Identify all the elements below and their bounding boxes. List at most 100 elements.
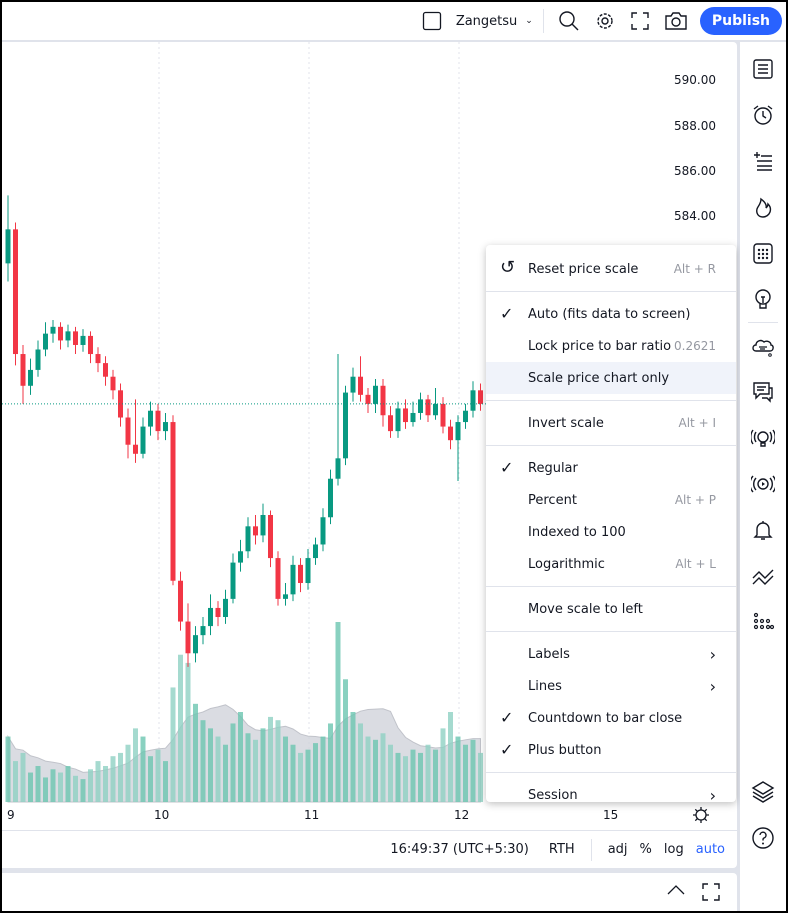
layout-name: Zangetsu	[455, 13, 518, 29]
candle-body	[95, 354, 101, 364]
candle-body	[43, 333, 48, 350]
volume-bar	[170, 687, 176, 802]
volume-bar	[395, 752, 401, 802]
menu-item[interactable]: Session ›	[486, 779, 736, 811]
dot-grid-icon[interactable]	[740, 599, 786, 645]
time-label: 9	[7, 808, 15, 822]
session-button[interactable]: RTH	[549, 842, 575, 857]
adj-toggle[interactable]: adj	[608, 842, 628, 857]
menu-item-label: Lines	[528, 678, 562, 694]
volume-bar	[328, 723, 333, 802]
price-scale-context-menu: ↺ Reset price scale Alt + R ✓ Auto (fits dat…	[486, 245, 736, 805]
menu-item[interactable]: Logarithmic Alt + L	[486, 548, 736, 580]
price-label: 590.00	[674, 73, 716, 87]
volume-bar	[238, 712, 243, 802]
auto-toggle[interactable]: auto	[696, 842, 725, 857]
messages-icon[interactable]	[740, 369, 786, 415]
menu-item[interactable]: ✓ Auto (fits data to screen)	[486, 298, 736, 330]
maximize-icon[interactable]	[702, 883, 720, 905]
volume-bar	[20, 752, 26, 802]
volume-bar	[73, 775, 78, 802]
hotlist-fire-icon[interactable]	[740, 184, 786, 230]
log-toggle[interactable]: log	[664, 842, 684, 857]
menu-item[interactable]: Lock price to bar ratio 0.2621	[486, 330, 736, 362]
chat-cloud-icon[interactable]	[740, 323, 786, 369]
menu-item[interactable]: Labels ›	[486, 638, 736, 670]
help-icon[interactable]	[740, 815, 786, 861]
menu-item-shortcut: Alt + L	[675, 557, 716, 571]
candle-body	[425, 399, 431, 416]
menu-item[interactable]: Scale price chart only	[486, 362, 736, 394]
volume-bar	[208, 728, 213, 802]
idea-lightbulb-icon[interactable]	[740, 276, 786, 322]
candle-body	[103, 363, 108, 377]
candle-body	[313, 544, 318, 559]
volume-bar	[118, 752, 123, 802]
add-list-icon[interactable]	[740, 138, 786, 184]
menu-item-label: Percent	[528, 492, 577, 508]
candle-body	[163, 422, 168, 432]
volume-bar	[110, 756, 116, 802]
volume-bar	[260, 728, 266, 802]
menu-item[interactable]: ✓ Plus button	[486, 734, 736, 766]
volume-bar	[268, 716, 273, 802]
candle-body	[13, 229, 18, 355]
candle-body	[20, 354, 26, 386]
candle-body	[328, 478, 333, 518]
menu-item[interactable]: ✓ Regular	[486, 452, 736, 484]
percent-toggle[interactable]: %	[640, 842, 652, 857]
chevron-right-icon: ›	[709, 676, 716, 696]
trend-lines-icon[interactable]	[740, 553, 786, 599]
divider	[542, 9, 544, 33]
chevron-down-icon: ⌄	[525, 16, 533, 26]
menu-item[interactable]: Invert scale Alt + I	[486, 407, 736, 439]
menu-item-label: Regular	[528, 460, 578, 476]
candle-body	[230, 562, 236, 599]
candle-body	[403, 408, 408, 423]
chevron-up-icon[interactable]	[666, 883, 686, 901]
candle-body	[65, 331, 71, 341]
time-label: 10	[154, 808, 170, 822]
clock-time[interactable]: 16:49:37 (UTC+5:30)	[390, 842, 529, 857]
camera-icon[interactable]	[664, 6, 688, 36]
menu-item[interactable]: ✓ Countdown to bar close	[486, 702, 736, 734]
calendar-icon[interactable]	[740, 230, 786, 276]
layout-selector[interactable]: Zangetsu ⌄	[456, 6, 533, 36]
volume-bar	[245, 733, 251, 802]
menu-item-label: Labels	[528, 646, 570, 662]
gear-icon[interactable]	[594, 6, 616, 36]
volume-bar	[350, 712, 356, 802]
candle-body	[373, 385, 378, 404]
candle-body	[253, 526, 258, 536]
candle-body	[148, 410, 153, 427]
notification-bell-icon[interactable]	[740, 507, 786, 553]
volume-bar	[283, 736, 288, 802]
volume-bar	[358, 723, 363, 802]
menu-item[interactable]: Move scale to left	[486, 593, 736, 625]
volume-bar	[50, 769, 56, 802]
streams-icon[interactable]	[740, 415, 786, 461]
alarm-clock-icon[interactable]	[740, 92, 786, 138]
volume-bar	[13, 761, 18, 802]
volume-bar	[343, 679, 348, 802]
menu-item[interactable]: Percent Alt + P	[486, 484, 736, 516]
publish-button[interactable]: Publish	[699, 7, 782, 35]
candle-body	[470, 390, 476, 411]
broadcast-icon[interactable]	[740, 461, 786, 507]
menu-item[interactable]: Lines ›	[486, 670, 736, 702]
watchlist-icon[interactable]	[740, 46, 786, 92]
checkmark-icon: ✓	[500, 458, 514, 477]
candle-body	[125, 417, 131, 445]
volume-bar	[193, 703, 198, 802]
volume-bar	[178, 654, 183, 802]
fullscreen-icon[interactable]	[630, 6, 650, 36]
candle-body	[290, 564, 296, 595]
square-icon[interactable]	[422, 6, 442, 36]
volume-bar	[433, 749, 438, 802]
menu-item[interactable]: ↺ Reset price scale Alt + R	[486, 253, 736, 285]
search-icon[interactable]	[558, 6, 580, 36]
candle-body	[208, 607, 213, 627]
volume-bar	[463, 744, 468, 802]
layers-icon[interactable]	[740, 769, 786, 815]
menu-item[interactable]: Indexed to 100	[486, 516, 736, 548]
